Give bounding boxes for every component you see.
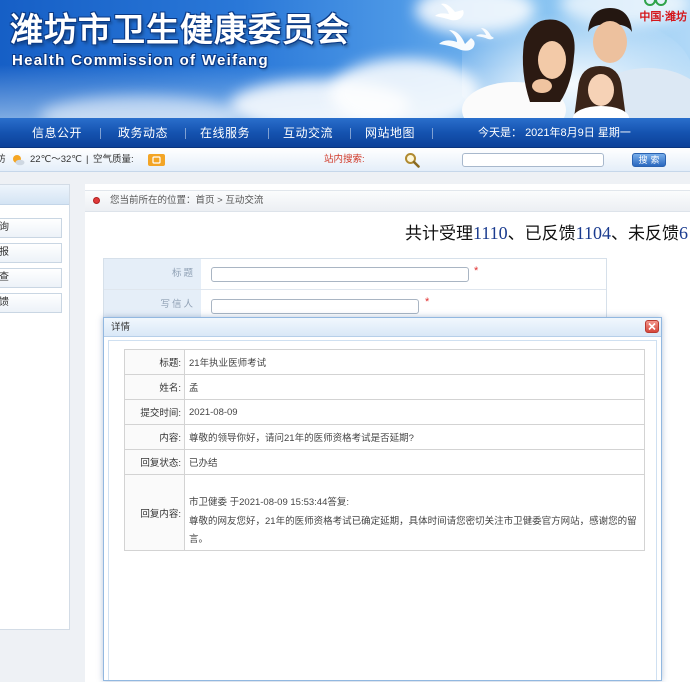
info-separator: |	[86, 154, 89, 165]
nav-separator	[185, 128, 186, 139]
breadcrumb-text: 您当前所在的位置：首页 > 互动交流	[110, 191, 263, 211]
current-date: 今天是： 2021年8月9日 星期一	[478, 118, 631, 148]
table-row: 姓名: 孟	[124, 374, 645, 400]
message-title-value: 21年执业医师考试	[184, 349, 645, 375]
bullet-icon	[93, 197, 100, 204]
sidebar-item[interactable]: 馈	[0, 293, 62, 313]
required-mark: *	[474, 265, 479, 277]
site-subtitle: Health Commission of Weifang	[12, 52, 269, 69]
sidebar-item-label: 询	[0, 222, 9, 233]
message-content-value: 尊敬的领导你好，请问21年的医师资格考试是否延期?	[184, 424, 645, 450]
main-nav: 信息公开 政务动态 在线服务 互动交流 网站地图 今天是： 2021年8月9日 …	[0, 118, 690, 148]
nav-item-interaction[interactable]: 互动交流	[283, 118, 333, 148]
sidebar-item-label: 馈	[0, 297, 9, 308]
form-row-title: 标题 *	[104, 259, 606, 290]
sidebar-item[interactable]: 报	[0, 243, 62, 263]
table-row: 回复内容: 市卫健委 于2021-08-09 15:53:44答复: 尊敬的网友…	[124, 474, 645, 551]
detail-dialog: 详情 标题: 21年执业医师考试 姓名: 孟 提交时间: 2021-08-09 …	[103, 317, 662, 681]
sidebar-header	[0, 185, 69, 205]
table-row: 内容: 尊敬的领导你好，请问21年的医师资格考试是否延期?	[124, 424, 645, 450]
sun-cloud-icon	[13, 155, 25, 166]
reply-status-value: 已办结	[184, 449, 645, 475]
table-row: 回复状态: 已办结	[124, 449, 645, 475]
breadcrumb-home-link[interactable]: 首页	[196, 195, 215, 206]
nav-separator	[432, 128, 433, 139]
search-icon[interactable]	[404, 152, 420, 168]
sidebar-item-label: 查	[0, 272, 9, 283]
replied-count: 1104	[575, 223, 611, 243]
stats-separator: 、	[611, 224, 628, 243]
cloud	[330, 58, 480, 118]
sidebar: 询 报 查 馈	[0, 184, 70, 630]
city-logo-icon	[644, 0, 667, 6]
corner-text: 中国·潍坊	[639, 11, 687, 23]
search-input[interactable]	[462, 153, 604, 167]
air-quality-label: 空气质量:	[93, 154, 134, 165]
close-button[interactable]	[645, 320, 659, 333]
submit-time-value: 2021-08-09	[184, 399, 645, 425]
search-button[interactable]: 搜索	[632, 153, 666, 167]
temperature: 22℃～32℃	[30, 154, 82, 165]
sender-name-value: 孟	[184, 374, 645, 400]
breadcrumb-prefix: 您当前所在的位置：	[110, 195, 196, 206]
breadcrumb-current[interactable]: 互动交流	[225, 195, 263, 206]
nav-item-info-disclosure[interactable]: 信息公开	[32, 118, 82, 148]
replied-label: 已反馈	[524, 224, 576, 243]
received-count: 1110	[472, 223, 508, 243]
page: 潍坊市卫生健康委员会 Health Commission of Weifang …	[0, 0, 690, 682]
sidebar-item[interactable]: 查	[0, 268, 62, 288]
detail-table: 标题: 21年执业医师考试 姓名: 孟 提交时间: 2021-08-09 内容:…	[124, 349, 645, 551]
search-label: 站内搜索:	[324, 154, 365, 165]
nav-item-sitemap[interactable]: 网站地图	[365, 118, 415, 148]
weather-city: 坊	[0, 154, 6, 165]
author-input[interactable]	[211, 299, 419, 314]
site-title: 潍坊市卫生健康委员会	[10, 11, 350, 48]
stats-separator: 、	[507, 224, 525, 243]
info-bar: 坊 22℃～32℃ | 空气质量: 站内搜索: 搜索	[0, 148, 690, 172]
breadcrumb-separator: >	[217, 195, 223, 206]
reply-body: 尊敬的网友您好，21年的医师资格考试已确定延期，具体时间请您密切关注市卫健委官方…	[189, 515, 637, 546]
dialog-body: 标题: 21年执业医师考试 姓名: 孟 提交时间: 2021-08-09 内容:…	[108, 340, 657, 680]
title-field-label: 标题	[104, 259, 201, 289]
date-prefix: 今天是：	[478, 127, 522, 139]
row-label: 标题:	[124, 349, 185, 375]
required-mark: *	[425, 296, 430, 308]
row-label: 姓名:	[124, 374, 185, 400]
date-value: 2021年8月9日	[525, 127, 595, 139]
sidebar-item[interactable]: 询	[0, 218, 62, 238]
weekday: 星期一	[597, 127, 631, 139]
breadcrumb: 您当前所在的位置：首页 > 互动交流	[85, 190, 690, 212]
pending-count: 6	[679, 223, 688, 243]
sidebar-item-label: 报	[0, 247, 9, 258]
title-input[interactable]	[211, 267, 469, 282]
nav-item-government-news[interactable]: 政务动态	[118, 118, 168, 148]
row-label: 提交时间:	[124, 399, 185, 425]
nav-separator	[350, 128, 351, 139]
air-quality-icon	[148, 154, 165, 166]
nav-item-online-services[interactable]: 在线服务	[200, 118, 250, 148]
row-label: 回复内容:	[124, 474, 185, 551]
close-icon	[648, 322, 656, 331]
row-label: 回复状态:	[124, 449, 185, 475]
dialog-title-bar[interactable]: 详情	[104, 318, 661, 337]
author-field-label: 写信人	[104, 290, 201, 320]
dialog-title: 详情	[111, 322, 131, 333]
feedback-stats: 共计受理1110、已反馈1104、未反馈6	[405, 221, 688, 246]
pending-label: 未反馈	[628, 224, 679, 243]
reply-content-value: 市卫健委 于2021-08-09 15:53:44答复: 尊敬的网友您好，21年…	[184, 474, 645, 551]
nav-separator	[268, 128, 269, 139]
table-row: 标题: 21年执业医师考试	[124, 349, 645, 375]
site-banner: 潍坊市卫生健康委员会 Health Commission of Weifang …	[0, 0, 690, 118]
cloud	[40, 96, 240, 118]
nav-separator	[100, 128, 101, 139]
reply-header: 市卫健委 于2021-08-09 15:53:44答复:	[189, 497, 349, 508]
row-label: 内容:	[124, 424, 185, 450]
table-row: 提交时间: 2021-08-09	[124, 399, 645, 425]
received-label: 共计受理	[404, 224, 473, 243]
